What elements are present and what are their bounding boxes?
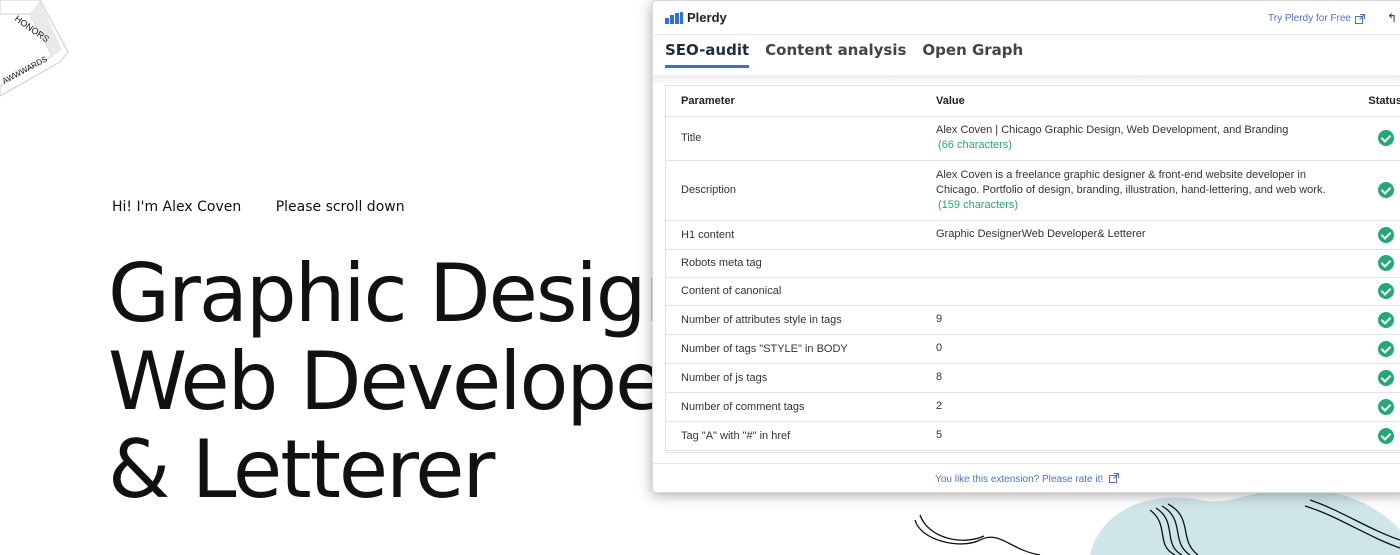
tab-bar: SEO-audit Content analysis Open Graph — [665, 41, 1039, 68]
row-status — [1348, 249, 1400, 278]
rate-link-label: You like this extension? Please rate it! — [935, 474, 1104, 485]
row-value: 8 — [928, 363, 1348, 393]
check-circle-icon — [1378, 340, 1394, 357]
row-status — [1348, 277, 1400, 306]
row-parameter: Number of js tags — [666, 363, 928, 393]
table-row: Number of tags "STYLE" in BODY 0 — [666, 334, 1400, 364]
header-parameter: Parameter — [666, 86, 928, 117]
try-plerdy-link[interactable]: Try Plerdy for Free — [1268, 13, 1365, 24]
table-row: Content of canonical — [666, 277, 1400, 306]
tabs-divider — [653, 75, 1400, 83]
check-circle-icon — [1378, 226, 1394, 243]
check-circle-icon — [1378, 311, 1394, 328]
table-header-row: Parameter Value Status — [666, 86, 1400, 117]
row-status — [1348, 421, 1400, 451]
row-value: 5 — [928, 421, 1348, 451]
row-status — [1348, 334, 1400, 364]
row-value-text: Alex Coven is a freelance graphic design… — [936, 168, 1326, 196]
table-row: Number of attributes style in tags 9 — [666, 305, 1400, 335]
tab-seo-audit[interactable]: SEO-audit — [665, 41, 750, 68]
row-value: 9 — [928, 305, 1348, 335]
intro-name: Hi! I'm Alex Coven — [112, 199, 242, 215]
check-circle-icon — [1378, 255, 1394, 271]
table-row: H1 content Graphic DesignerWeb Developer… — [666, 220, 1400, 250]
row-parameter: Description — [666, 160, 928, 221]
plerdy-logo: Plerdy — [665, 10, 727, 25]
row-status — [1348, 220, 1400, 250]
row-parameter: Number of attributes style in tags — [666, 305, 928, 335]
row-char-count: (159 characters) — [938, 198, 1019, 211]
check-circle-icon — [1378, 182, 1394, 198]
row-parameter: Number of tags "STYLE" in BODY — [666, 334, 928, 364]
header-value: Value — [928, 86, 1348, 117]
check-circle-icon — [1378, 283, 1394, 299]
row-value — [928, 249, 1348, 278]
row-parameter: Tag "A" with "#" in href — [666, 421, 928, 451]
table-row: Tag "A" with "#" in href 5 — [666, 421, 1400, 451]
table-row: Title Alex Coven | Chicago Graphic Desig… — [666, 116, 1400, 161]
row-value — [928, 277, 1348, 306]
row-parameter: Title — [666, 116, 928, 161]
check-circle-icon — [1378, 398, 1394, 415]
row-value-text: Alex Coven | Chicago Graphic Design, Web… — [936, 124, 1289, 136]
row-value: Graphic DesignerWeb Developer& Letterer — [928, 220, 1348, 250]
row-status — [1348, 305, 1400, 335]
row-value: Alex Coven is a freelance graphic design… — [928, 160, 1348, 221]
table-row: Number of comment tags 2 — [666, 392, 1400, 422]
rate-extension-link[interactable]: You like this extension? Please rate it! — [653, 473, 1400, 485]
table-row: Number of js tags 8 — [666, 363, 1400, 393]
external-link-icon — [1108, 473, 1119, 483]
row-value: 0 — [928, 334, 1348, 364]
tab-content-analysis[interactable]: Content analysis — [765, 41, 906, 68]
tab-open-graph[interactable]: Open Graph — [922, 41, 1023, 68]
row-parameter: H1 content — [666, 220, 928, 250]
row-char-count: (66 characters) — [938, 139, 1012, 151]
try-link-label: Try Plerdy for Free — [1268, 13, 1351, 24]
external-link-icon — [1355, 13, 1365, 24]
row-status — [1348, 116, 1400, 161]
row-status — [1348, 392, 1400, 422]
row-status — [1348, 160, 1400, 221]
plerdy-bars-icon — [665, 11, 683, 24]
table-row: Description Alex Coven is a freelance gr… — [666, 160, 1400, 221]
row-parameter: Robots meta tag — [666, 249, 928, 278]
row-parameter: Number of comment tags — [666, 392, 928, 422]
pin-icon[interactable]: ↰ — [1387, 11, 1397, 25]
header-status: Status — [1348, 86, 1400, 117]
row-value: 2 — [928, 392, 1348, 422]
check-circle-icon — [1378, 369, 1394, 386]
row-status — [1348, 363, 1400, 393]
check-circle-icon — [1378, 130, 1394, 146]
plerdy-extension-panel: Plerdy Try Plerdy for Free ↰ SEO-audit C… — [652, 0, 1400, 493]
panel-header: Plerdy Try Plerdy for Free ↰ — [653, 1, 1400, 35]
brand-name: Plerdy — [687, 10, 727, 25]
intro-scroll-hint: Please scroll down — [275, 199, 405, 215]
check-circle-icon — [1378, 427, 1394, 444]
awwwards-honors-ribbon[interactable]: HONORS AWWWARDS — [0, 0, 70, 100]
intro-line: Hi! I'm Alex Coven Please scroll down — [112, 199, 435, 215]
row-value: Alex Coven | Chicago Graphic Design, Web… — [928, 116, 1348, 161]
footer-divider — [653, 463, 1400, 464]
seo-audit-table-container: Parameter Value Status Title Alex Coven … — [665, 85, 1400, 453]
row-parameter: Content of canonical — [666, 277, 928, 306]
table-row: Robots meta tag — [666, 249, 1400, 278]
seo-audit-table: Parameter Value Status Title Alex Coven … — [666, 86, 1400, 451]
